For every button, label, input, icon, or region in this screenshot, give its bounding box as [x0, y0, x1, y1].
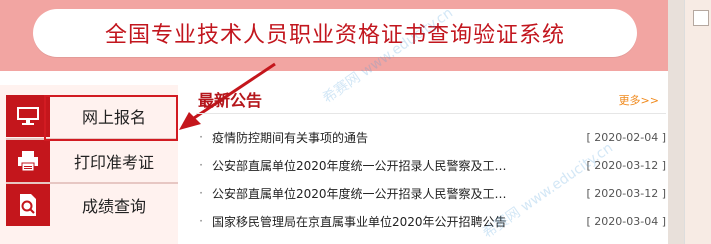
news-item-date: [ 2020-03-12 ]: [586, 158, 666, 172]
news-list: · 疫情防控期间有关事项的通告 [ 2020-02-04 ] · 公安部直属单位…: [196, 123, 666, 235]
search-document-icon: [6, 184, 50, 226]
page-title: 全国专业技术人员职业资格证书查询验证系统: [104, 23, 565, 48]
news-item[interactable]: · 疫情防控期间有关事项的通告 [ 2020-02-04 ]: [196, 123, 666, 151]
news-item-date: [ 2020-03-12 ]: [586, 186, 666, 200]
news-item-title[interactable]: 疫情防控期间有关事项的通告: [206, 129, 578, 146]
news-item[interactable]: · 公安部直属单位2020年度统一公开招录人民警察及工… [ 2020-03-1…: [196, 151, 666, 179]
news-item-title[interactable]: 公安部直属单位2020年度统一公开招录人民警察及工…: [206, 185, 578, 202]
side-checkbox[interactable]: [693, 10, 709, 26]
news-item[interactable]: · 国家移民管理局在京直属事业单位2020年公开招聘公告 [ 2020-03-0…: [196, 207, 666, 235]
more-link[interactable]: 更多>>: [619, 92, 659, 108]
bullet-icon: ·: [199, 186, 203, 200]
menu-label[interactable]: 打印准考证: [50, 140, 178, 182]
bullet-icon: ·: [199, 214, 203, 228]
news-item-date: [ 2020-03-04 ]: [586, 214, 666, 228]
news-item-title[interactable]: 公安部直属单位2020年度统一公开招录人民警察及工…: [206, 157, 578, 174]
menu-score-query[interactable]: 成绩查询: [6, 184, 178, 226]
news-item[interactable]: · 公安部直属单位2020年度统一公开招录人民警察及工… [ 2020-03-1…: [196, 179, 666, 207]
printer-icon: [6, 140, 50, 182]
menu-label[interactable]: 成绩查询: [50, 184, 178, 226]
bullet-icon: ·: [199, 158, 203, 172]
title-pill: 全国专业技术人员职业资格证书查询验证系统: [33, 9, 637, 57]
news-section: 最新公告 更多>> · 疫情防控期间有关事项的通告 [ 2020-02-04 ]…: [196, 86, 666, 244]
highlight-box: [44, 95, 178, 141]
bullet-icon: ·: [199, 130, 203, 144]
news-divider: [196, 113, 666, 114]
menu-print-admission-ticket[interactable]: 打印准考证: [6, 140, 178, 182]
header-banner: 全国专业技术人员职业资格证书查询验证系统: [0, 0, 668, 71]
news-item-title[interactable]: 国家移民管理局在京直属事业单位2020年公开招聘公告: [206, 213, 578, 230]
right-panel: [684, 0, 711, 244]
news-heading: 最新公告: [198, 91, 263, 110]
news-item-date: [ 2020-02-04 ]: [586, 130, 666, 144]
